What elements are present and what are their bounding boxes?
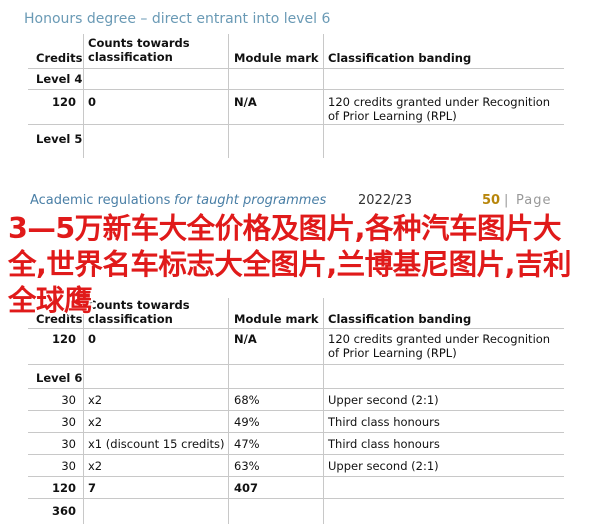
module-banding: Third class honours: [328, 415, 440, 429]
module-credits: 30: [61, 437, 76, 451]
module-mark: 63%: [234, 459, 260, 473]
page-running-header: Academic regulations for taught programm…: [30, 193, 570, 209]
module-banding: Third class honours: [328, 437, 440, 451]
rpl-mark: N/A: [234, 95, 257, 109]
col-header-credits: Credits: [36, 51, 83, 65]
rpl-counts: 0: [88, 95, 97, 109]
doc-title: Academic regulations: [30, 193, 171, 208]
level-4-label: Level 4: [36, 72, 83, 86]
module-mark: 68%: [234, 393, 260, 407]
module-credits: 30: [61, 415, 76, 429]
rpl-credits: 120: [51, 95, 76, 109]
doc-subtitle: for taught programmes: [174, 193, 327, 208]
rpl-credits: 120: [51, 332, 76, 346]
col-header-counts: Counts towards classification: [88, 36, 190, 64]
level-6-label: Level 6: [36, 371, 83, 385]
col-header-banding: Classification banding: [328, 51, 472, 65]
module-counts: x2: [88, 459, 103, 473]
bottom-classification-table: Credits Counts towards classification Mo…: [28, 298, 564, 524]
page-word: Page: [516, 193, 552, 208]
overlay-spam-text: 3—5万新车大全价格及图片,各种汽车图片大全,世界名车标志大全图片,兰博基尼图片…: [8, 212, 571, 317]
total-credits: 120: [51, 481, 76, 495]
section-heading-direct-entrant: Honours degree – direct entrant into lev…: [24, 11, 331, 27]
page-number: 50: [482, 193, 501, 208]
rpl-counts: 0: [88, 332, 97, 346]
col-header-mark: Module mark: [234, 51, 319, 65]
module-banding: Upper second (2:1): [328, 393, 439, 407]
level-5-label: Level 5: [36, 132, 83, 146]
module-mark: 49%: [234, 415, 260, 429]
module-mark: 47%: [234, 437, 260, 451]
top-classification-table: Credits Counts towards classification Mo…: [28, 34, 564, 158]
total-mark: 407: [234, 481, 259, 495]
module-banding: Upper second (2:1): [328, 459, 439, 473]
rpl-mark: N/A: [234, 332, 257, 346]
grand-total-credits: 360: [51, 504, 76, 518]
module-counts: x2: [88, 393, 103, 407]
page-separator: |: [504, 193, 509, 208]
academic-year: 2022/23: [358, 193, 413, 208]
module-credits: 30: [61, 393, 76, 407]
total-counts: 7: [88, 481, 97, 495]
rpl-banding: 120 credits granted under Recognition of…: [328, 95, 551, 123]
module-counts: x2: [88, 415, 103, 429]
rpl-banding: 120 credits granted under Recognition of…: [328, 332, 551, 360]
module-counts: x1 (discount 15 credits): [88, 437, 225, 451]
module-credits: 30: [61, 459, 76, 473]
